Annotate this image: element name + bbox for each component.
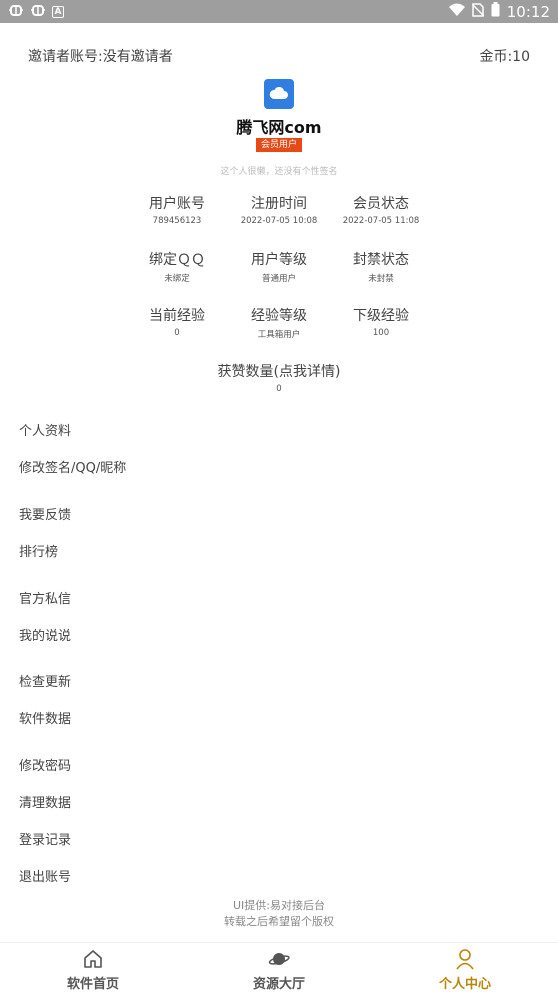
- bug-icon: [8, 2, 24, 22]
- signature-text: 这个人很懒，还没有个性签名: [220, 167, 338, 177]
- person-icon: [456, 949, 474, 970]
- stat-register-time[interactable]: 注册时间 2022-07-05 10:08: [228, 193, 330, 226]
- tab-personal-center[interactable]: 个人中心: [372, 943, 558, 993]
- battery-icon: [491, 2, 500, 21]
- menu-item-ranking[interactable]: 排行榜: [19, 541, 58, 560]
- stat-title: 当前经验: [149, 308, 205, 324]
- stat-title: 注册时间: [251, 196, 307, 212]
- avatar[interactable]: [264, 79, 294, 109]
- menu-item-check-update[interactable]: 检查更新: [19, 671, 71, 690]
- stat-title: 用户等级: [251, 252, 307, 268]
- stat-exp-level[interactable]: 经验等级 工具箱用户: [228, 305, 330, 340]
- menu-item-change-password[interactable]: 修改密码: [19, 755, 71, 774]
- tab-resources[interactable]: 资源大厅: [186, 943, 372, 993]
- status-left: A: [8, 2, 64, 22]
- stat-value: 0: [174, 328, 180, 338]
- menu-item-profile[interactable]: 个人资料: [19, 420, 71, 439]
- stat-value: 普通用户: [261, 274, 296, 284]
- stat-title: 下级经验: [353, 308, 409, 324]
- site-name: 腾飞网com: [236, 118, 322, 137]
- stat-account[interactable]: 用户账号 789456123: [126, 193, 228, 226]
- stat-value: 2022-07-05 10:08: [240, 216, 318, 226]
- bug-icon: [30, 2, 46, 22]
- stat-title: 经验等级: [251, 308, 307, 324]
- stat-likes[interactable]: 获赞数量(点我详情) 0: [204, 361, 354, 394]
- bottom-tab-bar: 软件首页 资源大厅 个人中心: [0, 942, 558, 993]
- menu-item-official-messages[interactable]: 官方私信: [19, 588, 71, 607]
- footer-line-2: 转载之后希望留个版权: [224, 915, 334, 928]
- menu-item-feedback[interactable]: 我要反馈: [19, 504, 71, 523]
- inviter-label: 邀请者账号:没有邀请者: [28, 49, 173, 65]
- stat-value: 0: [276, 384, 282, 394]
- stat-value: 未封禁: [368, 274, 394, 284]
- stat-title: 封禁状态: [353, 252, 409, 268]
- menu-item-clear-data[interactable]: 清理数据: [19, 792, 71, 811]
- stat-bind-qq[interactable]: 绑定ＱＱ 未绑定: [126, 249, 228, 284]
- vip-badge: 会员用户: [256, 138, 302, 152]
- stat-value: 100: [372, 328, 390, 338]
- wifi-icon: [448, 3, 465, 21]
- status-bar: A 10:12: [0, 0, 558, 23]
- stat-user-level[interactable]: 用户等级 普通用户: [228, 249, 330, 284]
- planet-icon: [268, 953, 290, 965]
- coins-label: 金币:10: [479, 49, 530, 65]
- profile-top-row: 邀请者账号:没有邀请者 金币:10: [28, 46, 530, 66]
- stat-next-exp[interactable]: 下级经验 100: [330, 305, 432, 338]
- tab-home[interactable]: 软件首页: [0, 943, 186, 993]
- stat-ban-status[interactable]: 封禁状态 未封禁: [330, 249, 432, 284]
- stat-vip-status[interactable]: 会员状态 2022-07-05 11:08: [330, 193, 432, 226]
- stat-value: 789456123: [152, 216, 202, 226]
- stat-current-exp[interactable]: 当前经验 0: [126, 305, 228, 338]
- footer-credit: UI提供:易对接后台 转载之后希望留个版权: [0, 898, 558, 930]
- status-time: 10:12: [506, 2, 550, 21]
- menu-item-login-records[interactable]: 登录记录: [19, 829, 71, 848]
- stat-value: 工具箱用户: [257, 330, 301, 340]
- menu-item-my-posts[interactable]: 我的说说: [19, 625, 71, 644]
- stat-title: 获赞数量(点我详情): [217, 364, 341, 380]
- tab-label: 软件首页: [66, 977, 119, 992]
- home-icon: [84, 950, 102, 968]
- stat-title: 用户账号: [149, 196, 205, 212]
- tab-label: 个人中心: [438, 977, 491, 992]
- stat-value: 未绑定: [164, 274, 190, 284]
- stat-title: 绑定ＱＱ: [149, 252, 205, 268]
- a-box-icon: A: [52, 6, 64, 18]
- cloud-icon: [269, 86, 288, 99]
- stat-value: 2022-07-05 11:08: [342, 216, 420, 226]
- status-right: 10:12: [448, 2, 550, 21]
- menu-item-edit-signature[interactable]: 修改签名/QQ/昵称: [19, 457, 126, 476]
- menu-item-app-data[interactable]: 软件数据: [19, 708, 71, 727]
- stat-title: 会员状态: [353, 196, 409, 212]
- menu-item-logout[interactable]: 退出账号: [19, 866, 71, 885]
- sim-off-icon: [471, 2, 485, 21]
- tab-label: 资源大厅: [252, 977, 305, 992]
- footer-line-1: UI提供:易对接后台: [232, 899, 325, 912]
